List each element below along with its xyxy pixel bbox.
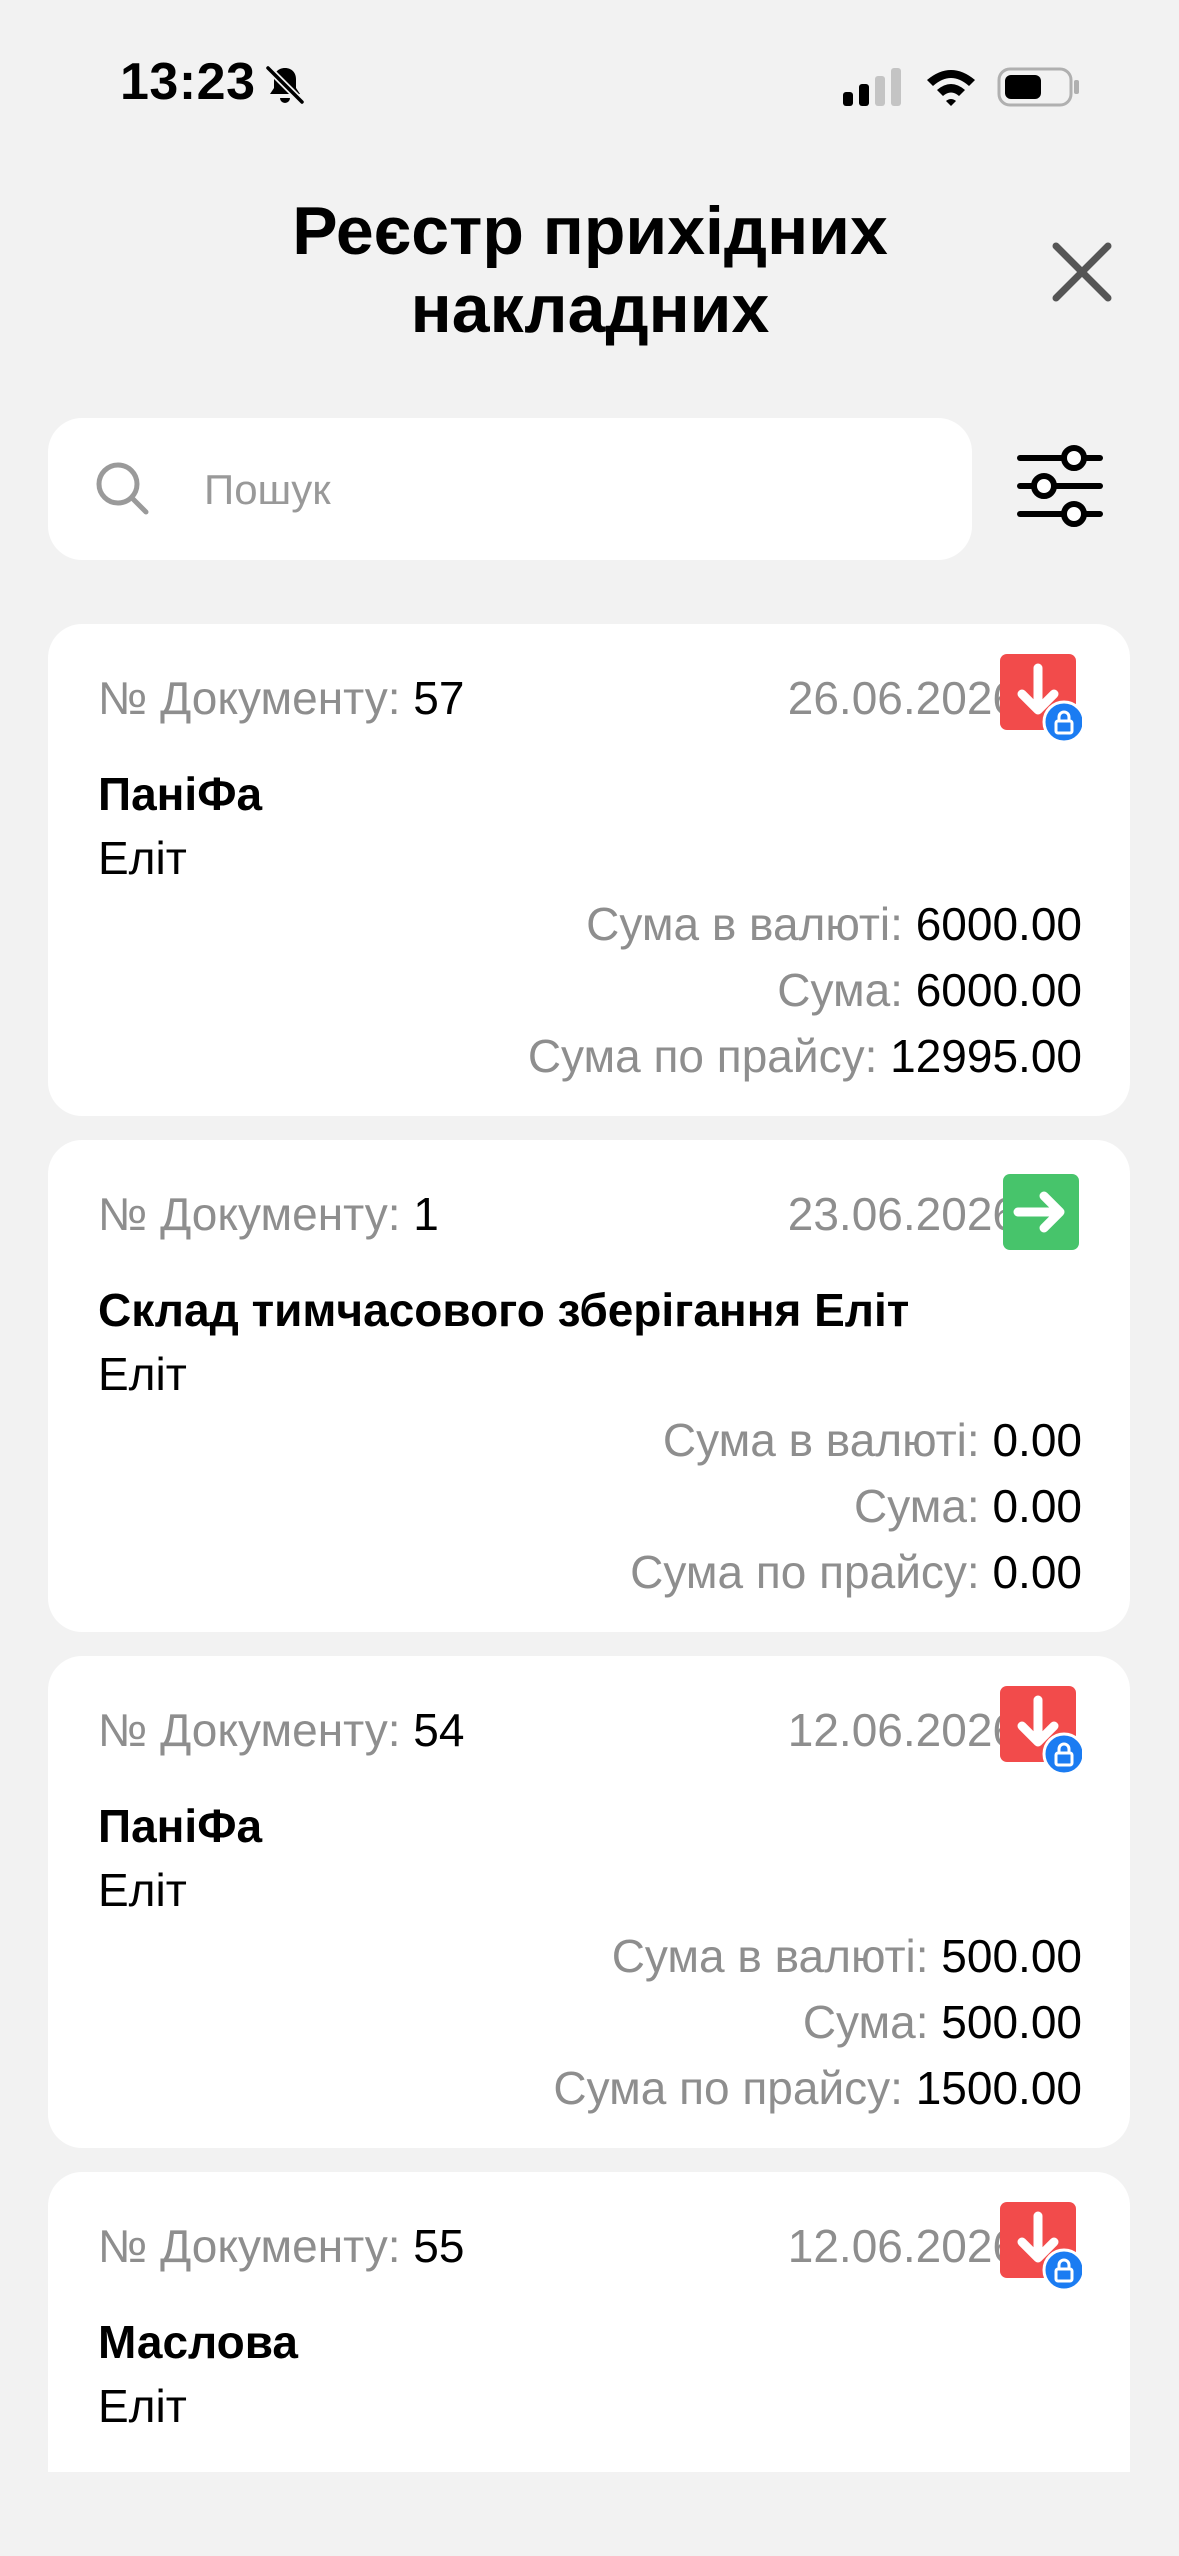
- sum-line: Сума: 0.00: [854, 1478, 1082, 1534]
- sum-currency-value: 500.00: [941, 1930, 1082, 1982]
- sum-label: Сума:: [853, 1480, 993, 1532]
- supplier-name: ПаніФа: [98, 1800, 263, 1852]
- doc-number-label: № Документу:: [98, 2220, 414, 2272]
- incoming-locked-icon: [1000, 2202, 1082, 2292]
- page-title-line2: накладних: [410, 271, 770, 347]
- invoice-card[interactable]: № Документу: 54 12.06.2026 ПаніФа Еліт С…: [48, 1656, 1130, 2148]
- sum-currency-value: 0.00: [992, 1414, 1082, 1466]
- sum-label: Сума:: [802, 1996, 942, 2048]
- cellular-signal-icon: [843, 68, 901, 106]
- doc-number-label: № Документу:: [98, 1704, 414, 1756]
- doc-date: 23.06.2026: [787, 1188, 1018, 1240]
- search-input[interactable]: [202, 448, 926, 532]
- sum-price-line: Сума по прайсу: 12995.00: [528, 1028, 1082, 1084]
- sum-price-line: Сума по прайсу: 1500.00: [553, 2060, 1082, 2116]
- doc-number-label: № Документу:: [98, 1188, 414, 1240]
- sum-price-label: Сума по прайсу:: [553, 2062, 916, 2114]
- warehouse-name: Еліт: [98, 832, 187, 884]
- warehouse-name: Еліт: [98, 2380, 187, 2432]
- status-time: 13:23: [120, 53, 256, 111]
- transfer-arrow-icon: [1003, 1174, 1079, 1250]
- sum-price-label: Сума по прайсу:: [527, 1030, 891, 1082]
- doc-number-line: № Документу: 1: [98, 1186, 439, 1242]
- doc-number: 54: [413, 1704, 465, 1756]
- doc-number: 1: [413, 1188, 439, 1240]
- status-bar: 13:23: [0, 0, 1179, 170]
- sum-currency-line: Сума в валюті: 500.00: [612, 1928, 1082, 1984]
- doc-date: 12.06.2026: [787, 2220, 1018, 2272]
- doc-number-line: № Документу: 54: [98, 1702, 464, 1758]
- filter-settings-button[interactable]: [1012, 438, 1108, 534]
- close-button[interactable]: [1046, 236, 1118, 308]
- sum-label: Сума:: [777, 964, 916, 1016]
- incoming-locked-icon: [1000, 1686, 1082, 1776]
- supplier-name: Склад тимчасового зберігання Еліт: [98, 1284, 910, 1336]
- sum-price-line: Сума по прайсу: 0.00: [630, 1544, 1082, 1600]
- search-icon: [96, 462, 149, 515]
- invoice-card[interactable]: № Документу: 1 23.06.2026 Склад тимчасов…: [48, 1140, 1130, 1632]
- page-title-line1: Реєстр прихідних: [292, 193, 888, 269]
- doc-number: 57: [413, 672, 465, 724]
- doc-number-label: № Документу:: [98, 672, 414, 724]
- warehouse-name: Еліт: [98, 1864, 187, 1916]
- warehouse-name: Еліт: [98, 1348, 187, 1400]
- page-title: Реєстр прихідних накладних: [180, 192, 1000, 348]
- sum-value: 0.00: [992, 1480, 1082, 1532]
- sum-currency-line: Сума в валюті: 0.00: [663, 1412, 1082, 1468]
- search-box[interactable]: [48, 418, 972, 560]
- sum-price-label: Сума по прайсу:: [630, 1546, 993, 1598]
- doc-date: 26.06.2026: [787, 672, 1018, 724]
- invoice-card[interactable]: № Документу: 57 26.06.2026 ПаніФа Еліт С…: [48, 624, 1130, 1116]
- sum-price-value: 12995.00: [890, 1030, 1082, 1082]
- sum-value: 6000.00: [915, 964, 1082, 1016]
- doc-number: 55: [413, 2220, 465, 2272]
- sum-price-value: 0.00: [992, 1546, 1082, 1598]
- doc-date: 12.06.2026: [787, 1704, 1018, 1756]
- sum-value: 500.00: [941, 1996, 1082, 2048]
- sum-currency-label: Сума в валюті:: [611, 1930, 942, 1982]
- sum-currency-line: Сума в валюті: 6000.00: [586, 896, 1082, 952]
- sum-currency-value: 6000.00: [915, 898, 1082, 950]
- sum-price-value: 1500.00: [915, 2062, 1082, 2114]
- sum-currency-label: Сума в валюті:: [662, 1414, 993, 1466]
- sum-line: Сума: 500.00: [803, 1994, 1082, 2050]
- bell-muted-icon: [265, 65, 305, 105]
- incoming-locked-icon: [1000, 654, 1082, 744]
- invoice-card[interactable]: № Документу: 55 12.06.2026 Маслова Еліт: [48, 2172, 1130, 2472]
- doc-number-line: № Документу: 55: [98, 2218, 464, 2274]
- battery-icon: [997, 67, 1079, 107]
- supplier-name: ПаніФа: [98, 768, 263, 820]
- doc-number-line: № Документу: 57: [98, 670, 464, 726]
- sum-line: Сума: 6000.00: [777, 962, 1082, 1018]
- wifi-icon: [927, 70, 975, 106]
- supplier-name: Маслова: [98, 2316, 299, 2368]
- sum-currency-label: Сума в валюті:: [586, 898, 916, 950]
